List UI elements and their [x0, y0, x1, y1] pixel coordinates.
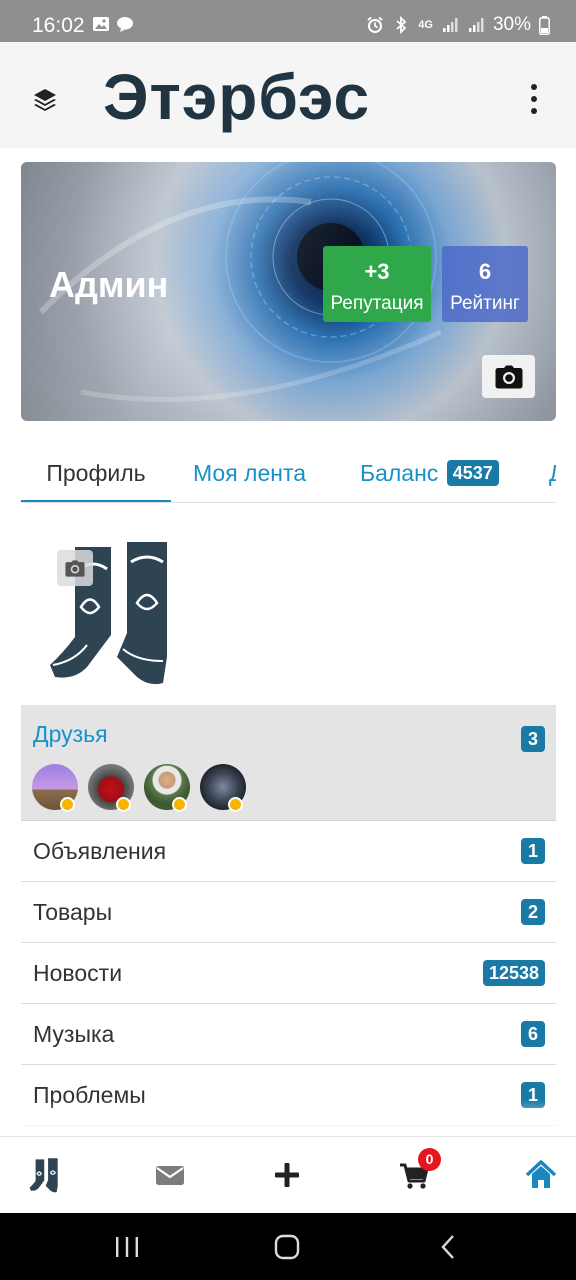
chat-bubble-icon — [117, 17, 133, 32]
list-item-ads[interactable]: Объявления 1 — [21, 821, 556, 882]
profile-avatar-icon[interactable] — [26, 1157, 62, 1193]
camera-icon — [495, 365, 522, 388]
image-icon — [93, 17, 109, 31]
count-badge: 1 — [521, 838, 545, 864]
signal-icon — [468, 18, 484, 32]
status-time: 16:02 — [32, 14, 85, 37]
list-item-music[interactable]: Музыка 6 — [21, 1004, 556, 1065]
tab-profile[interactable]: Профиль — [21, 445, 171, 502]
home-button-icon[interactable] — [272, 1233, 302, 1261]
rating-label: Рейтинг — [450, 293, 520, 314]
tab-balance-label: Баланс — [360, 460, 439, 486]
online-indicator — [172, 797, 187, 812]
profile-cover: Админ +3 Репутация 6 Рейтинг — [21, 162, 556, 421]
tab-my-feed-label: Моя лента — [193, 460, 307, 486]
system-navigation-bar — [0, 1213, 576, 1280]
count-badge: 2 — [521, 899, 545, 925]
tab-profile-label: Профиль — [46, 460, 146, 486]
layers-icon[interactable] — [32, 86, 58, 112]
camera-icon — [65, 559, 85, 577]
bottom-nav: 0 — [0, 1136, 576, 1213]
friends-title[interactable]: Друзья — [33, 721, 108, 748]
signal-icon — [442, 18, 458, 32]
rating-value: 6 — [478, 259, 492, 284]
list-item-label: Товары — [33, 899, 113, 925]
app-logo[interactable]: Этэрбэс — [103, 60, 370, 134]
list-item-label: Объявления — [33, 838, 167, 864]
recent-apps-icon[interactable] — [112, 1233, 142, 1261]
list-item-label: Новости — [33, 960, 123, 986]
list-item-label: Музыка — [33, 1021, 115, 1047]
home-icon[interactable] — [523, 1157, 559, 1193]
balance-badge: 4537 — [446, 460, 499, 486]
mail-icon[interactable] — [152, 1157, 188, 1193]
change-avatar-button[interactable] — [57, 550, 93, 586]
status-bar: 16:02 4G 30% — [0, 0, 576, 42]
reputation-label: Репутация — [330, 293, 424, 314]
tab-more[interactable]: Д — [549, 445, 556, 502]
cart-count-badge: 0 — [418, 1148, 441, 1171]
rating-stat[interactable]: 6 Рейтинг — [442, 246, 528, 322]
friends-section[interactable]: Друзья 3 — [21, 705, 556, 821]
reputation-stat[interactable]: +3 Репутация — [323, 246, 431, 322]
list-item-news[interactable]: Новости 12538 — [21, 943, 556, 1004]
count-badge: 12538 — [482, 960, 545, 986]
profile-tabs: Профиль Моя лента Баланс 4537 Д — [21, 445, 556, 503]
app-header: Этэрбэс — [0, 42, 576, 148]
reputation-value: +3 — [364, 259, 390, 284]
profile-name: Админ — [49, 264, 169, 305]
bluetooth-icon — [396, 16, 407, 34]
tab-my-feed[interactable]: Моя лента — [193, 445, 306, 502]
tab-more-label: Д — [549, 460, 556, 486]
online-indicator — [60, 797, 75, 812]
network-type: 4G — [418, 19, 433, 31]
list-item-goods[interactable]: Товары 2 — [21, 882, 556, 943]
change-cover-button[interactable] — [482, 355, 535, 398]
count-badge: 6 — [521, 1021, 545, 1047]
battery-icon — [539, 15, 550, 35]
kebab-icon[interactable] — [528, 84, 540, 114]
online-indicator — [228, 797, 243, 812]
online-indicator — [116, 797, 131, 812]
friends-count-badge: 3 — [521, 726, 545, 752]
tab-balance[interactable]: Баланс 4537 — [360, 445, 499, 502]
plus-icon[interactable] — [269, 1157, 305, 1193]
back-icon[interactable] — [434, 1233, 464, 1261]
alarm-icon — [367, 16, 383, 33]
battery-percent: 30% — [492, 14, 531, 35]
